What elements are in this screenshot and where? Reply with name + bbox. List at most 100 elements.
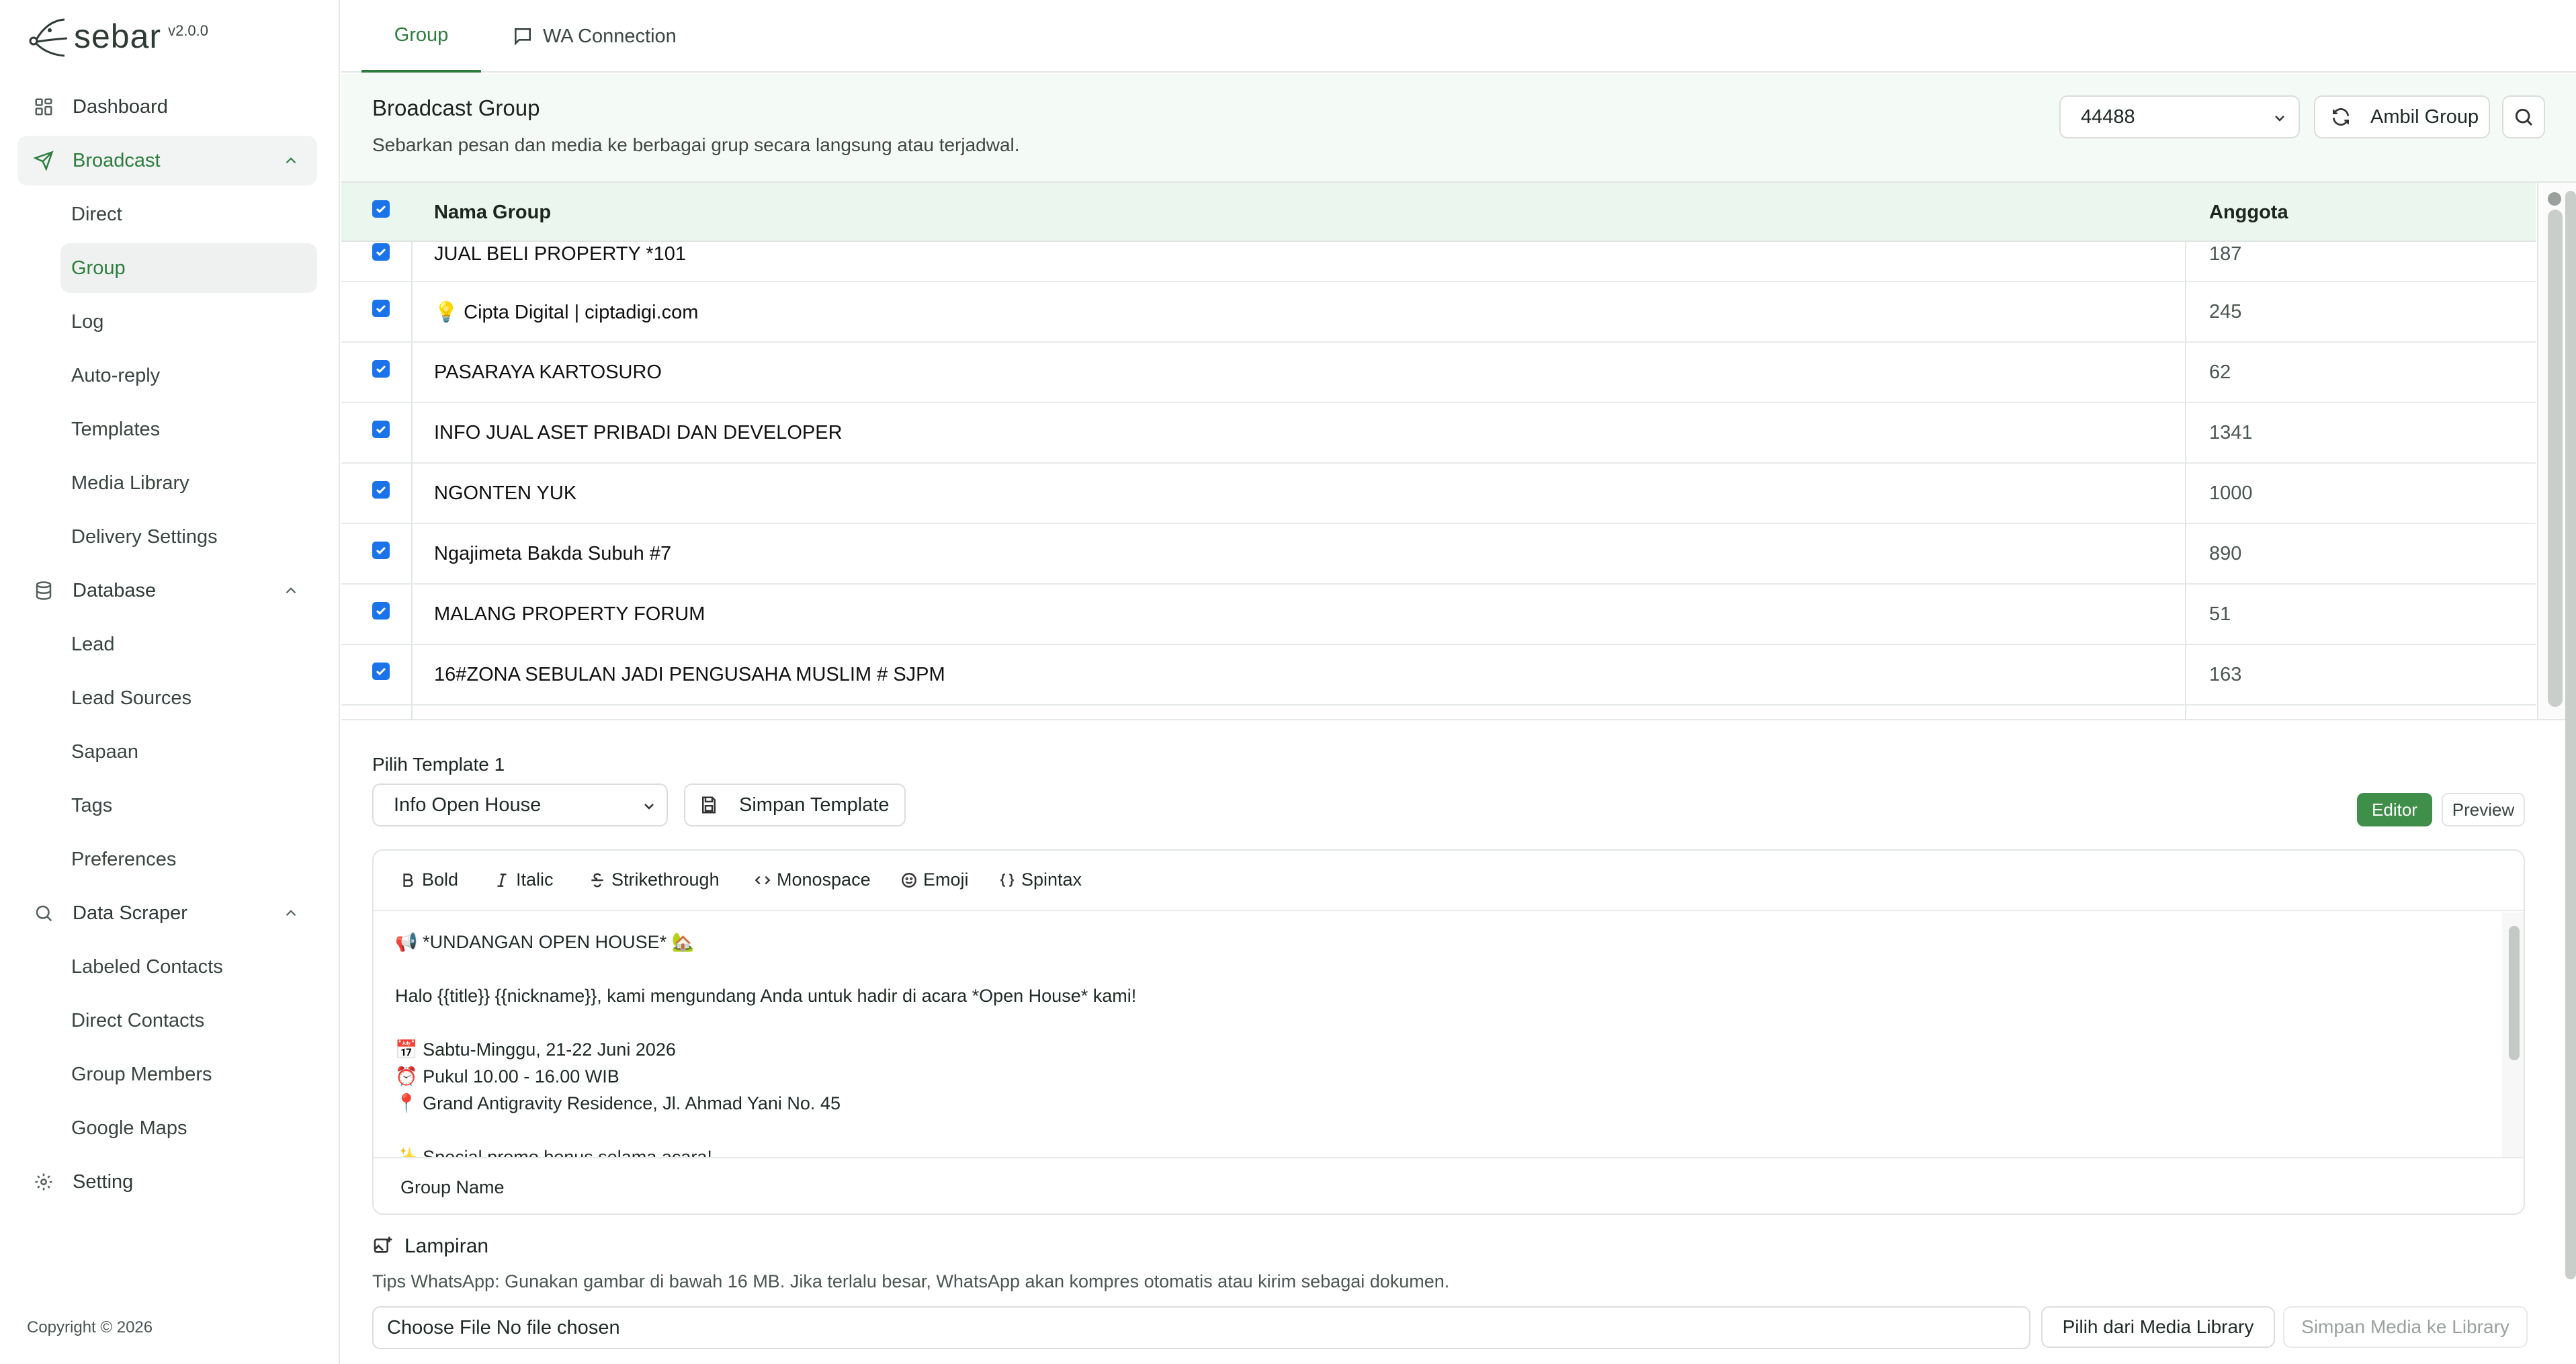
attachment-title: Lampiran [404, 1235, 489, 1257]
sidebar-nav: Dashboard Broadcast Direct Group Log Aut… [17, 82, 317, 1211]
sidebar-item-data-scraper[interactable]: Data Scraper [17, 888, 317, 938]
tab-group[interactable]: Group [361, 0, 481, 73]
table-row[interactable]: Ngajimeta Bakda Subuh #7 890 [341, 524, 2536, 585]
file-input[interactable]: Choose File No file chosen [372, 1306, 2030, 1349]
spintax-button[interactable]: Spintax [998, 869, 1082, 890]
variable-group-name[interactable]: Group Name [400, 1177, 505, 1198]
scrollbar-thumb[interactable] [2565, 191, 2576, 1279]
textarea-scrollbar[interactable] [2502, 912, 2524, 1157]
search-button[interactable] [2502, 95, 2545, 138]
bold-button[interactable]: Bold [399, 869, 458, 890]
italic-icon [497, 873, 507, 887]
tab-label: Group [394, 24, 449, 46]
media-library-button[interactable]: Pilih dari Media Library [2041, 1306, 2275, 1348]
row-checkbox[interactable] [372, 360, 390, 378]
save-template-button[interactable]: Simpan Template [684, 783, 906, 826]
sidebar-item-media-library[interactable]: Media Library [60, 458, 317, 508]
sidebar: sebar v2.0.0 Dashboard Broadcast Direct … [0, 0, 340, 1364]
sidebar-item-preferences[interactable]: Preferences [60, 835, 317, 884]
row-checkbox[interactable] [372, 300, 390, 317]
dashboard-icon [34, 97, 54, 117]
sidebar-item-dashboard[interactable]: Dashboard [17, 82, 317, 132]
sidebar-item-broadcast[interactable]: Broadcast [17, 136, 317, 185]
sidebar-item-setting[interactable]: Setting [17, 1157, 317, 1207]
message-textarea[interactable]: 📢 *UNDANGAN OPEN HOUSE* 🏡 Halo {{title}}… [374, 911, 2497, 1157]
ambil-group-button[interactable]: Ambil Group [2314, 95, 2490, 138]
check-icon [376, 365, 386, 374]
sidebar-item-group-members[interactable]: Group Members [60, 1050, 317, 1099]
chevron-up-icon[interactable] [282, 582, 300, 599]
chevron-down-icon [644, 804, 654, 810]
sidebar-item-log[interactable]: Log [60, 297, 317, 347]
search-icon [34, 903, 54, 923]
strikethrough-button[interactable]: Strikethrough [589, 869, 720, 890]
select-all-checkbox[interactable] [372, 200, 390, 218]
column-header-name[interactable]: Nama Group [434, 202, 551, 224]
row-checkbox[interactable] [372, 481, 390, 499]
account-select-value: 44488 [2081, 105, 2135, 128]
template-select-value: Info Open House [394, 794, 542, 816]
check-icon [376, 667, 386, 676]
preview-tab-button[interactable]: Preview [2442, 793, 2525, 826]
sidebar-item-tags[interactable]: Tags [60, 781, 317, 830]
table-row[interactable]: PASARAYA KARTOSURO 62 [341, 343, 2536, 403]
monospace-button[interactable]: Monospace [754, 869, 871, 890]
chevron-up-icon[interactable] [282, 904, 300, 922]
spintax-label: Spintax [1021, 869, 1082, 890]
table-row[interactable]: 💡 Cipta Digital | ciptadigi.com 245 [341, 282, 2536, 343]
group-name: INFO JUAL ASET PRIBADI DAN DEVELOPER [434, 422, 843, 443]
image-plus-icon [374, 1236, 392, 1253]
italic-button[interactable]: Italic [493, 869, 554, 890]
sidebar-item-label: Dashboard [73, 95, 168, 118]
save-media-button[interactable]: Simpan Media ke Library [2283, 1306, 2528, 1348]
template-label: Pilih Template 1 [372, 754, 505, 775]
scrollbar-thumb[interactable] [2509, 926, 2520, 1060]
sidebar-item-lead-sources[interactable]: Lead Sources [60, 673, 317, 723]
monospace-label: Monospace [777, 869, 871, 890]
row-checkbox[interactable] [372, 243, 390, 261]
chat-icon [515, 28, 531, 46]
sidebar-item-label: Data Scraper [73, 902, 187, 924]
sidebar-item-sapaan[interactable]: Sapaan [60, 727, 317, 777]
sidebar-item-templates[interactable]: Templates [60, 404, 317, 454]
table-row[interactable]: MALANG PROPERTY FORUM 51 [341, 585, 2536, 645]
row-checkbox[interactable] [372, 663, 390, 680]
tab-wa-connection[interactable]: WA Connection [512, 0, 677, 73]
chevron-up-icon[interactable] [282, 152, 300, 169]
sidebar-item-label: Broadcast [73, 149, 161, 171]
scroll-up-arrow[interactable] [2548, 192, 2561, 206]
row-checkbox[interactable] [372, 421, 390, 438]
row-checkbox[interactable] [372, 542, 390, 559]
sidebar-item-delivery-settings[interactable]: Delivery Settings [60, 512, 317, 562]
page-subtitle: Sebarkan pesan dan media ke berbagai gru… [372, 134, 1020, 155]
sidebar-item-direct-contacts[interactable]: Direct Contacts [60, 996, 317, 1046]
table-row[interactable]: INFO JUAL ASET PRIBADI DAN DEVELOPER 134… [341, 403, 2536, 464]
logo-icon [29, 18, 68, 57]
sidebar-item-database[interactable]: Database [17, 566, 317, 615]
braces-icon [1000, 873, 1014, 887]
sidebar-item-group[interactable]: Group [60, 243, 317, 293]
sidebar-item-direct[interactable]: Direct [60, 189, 317, 239]
sidebar-item-google-maps[interactable]: Google Maps [60, 1103, 317, 1153]
member-count: 245 [2209, 301, 2242, 323]
logo[interactable]: sebar v2.0.0 [27, 9, 208, 63]
search-icon [2515, 108, 2533, 126]
save-template-label: Simpan Template [739, 794, 890, 816]
table-row[interactable]: JUAL BELI PROPERTY *101 187 [341, 242, 2536, 282]
table-row[interactable]: NGONTEN YUK 1000 [341, 464, 2536, 524]
table-row[interactable]: 16#ZONA SEBULAN JADI PENGUSAHA MUSLIM # … [341, 645, 2536, 706]
sidebar-item-auto-reply[interactable]: Auto-reply [60, 351, 317, 400]
table-header: Nama Group Anggota [341, 183, 2536, 242]
row-checkbox[interactable] [372, 602, 390, 620]
emoji-button[interactable]: Emoji [900, 869, 969, 890]
check-icon [376, 425, 386, 434]
account-select[interactable]: 44488 [2059, 95, 2300, 138]
page-scrollbar[interactable] [2565, 183, 2576, 1364]
copyright: Copyright © 2026 [27, 1318, 153, 1336]
template-select[interactable]: Info Open House [372, 783, 668, 826]
editor-tab-button[interactable]: Editor [2357, 793, 2432, 826]
sidebar-item-labeled-contacts[interactable]: Labeled Contacts [60, 942, 317, 992]
scrollbar-thumb[interactable] [2548, 210, 2563, 707]
column-header-count[interactable]: Anggota [2209, 202, 2288, 224]
sidebar-item-lead[interactable]: Lead [60, 620, 317, 669]
